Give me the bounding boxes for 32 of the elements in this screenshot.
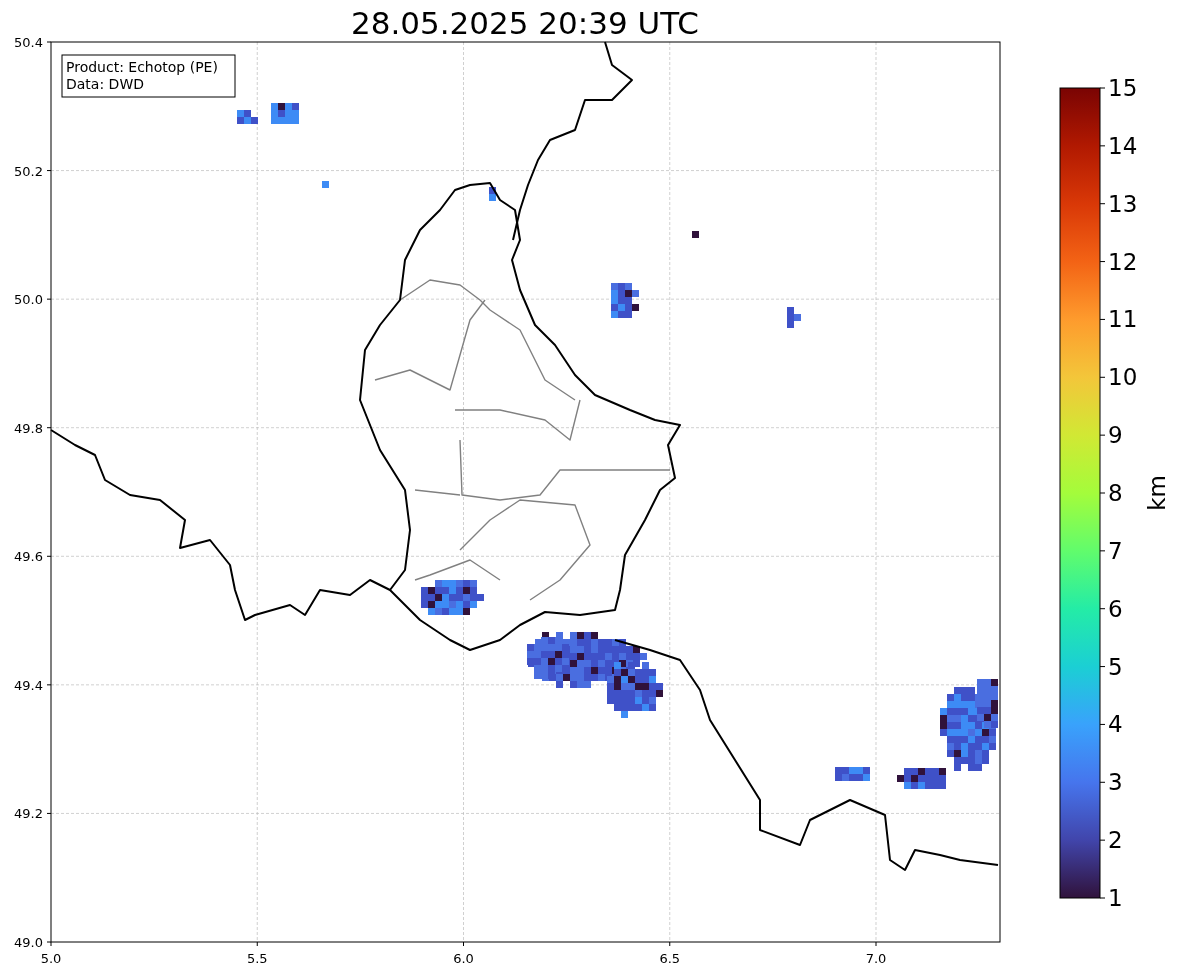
chart-title: 28.05.2025 20:39 UTC [351, 5, 699, 41]
colorbar-tick-label: 11 [1108, 306, 1138, 333]
colorbar-tick-label: 2 [1108, 827, 1123, 854]
x-tick-label: 6.0 [453, 951, 474, 966]
y-tick-label: 49.6 [14, 549, 43, 565]
colorbar-label: km [1144, 475, 1170, 511]
colorbar-tick-label: 8 [1108, 480, 1123, 506]
colorbar-tick-label: 7 [1108, 537, 1123, 564]
y-tick-label: 50.4 [14, 35, 43, 50]
colorbar-tick-label: 12 [1108, 248, 1138, 275]
legend-text: Data: DWD [66, 76, 144, 92]
y-tick-label: 49.0 [14, 935, 43, 950]
colorbar-tick-label: 15 [1108, 75, 1138, 101]
y-tick-label: 49.4 [14, 677, 43, 693]
colorbar-tick-label: 9 [1108, 422, 1123, 449]
colorbar-tick-label: 6 [1108, 595, 1123, 622]
legend-text: Product: Echotop (PE) [66, 59, 218, 75]
colorbar-tick-label: 4 [1108, 711, 1123, 738]
y-tick-label: 50.0 [14, 292, 43, 308]
y-tick-label: 49.8 [14, 420, 43, 436]
colorbar-tick-label: 5 [1108, 653, 1123, 680]
y-tick-label: 49.2 [14, 806, 43, 822]
colorbar-tick-label: 3 [1108, 769, 1123, 796]
x-tick-label: 5.5 [246, 951, 268, 966]
x-tick-label: 6.5 [659, 951, 681, 966]
colorbar-tick-label: 14 [1108, 132, 1138, 159]
colorbar-tick-label: 1 [1108, 885, 1123, 911]
y-tick-label: 50.2 [14, 163, 43, 179]
colorbar-tick-label: 10 [1108, 364, 1138, 391]
colorbar-tick-label: 13 [1108, 190, 1138, 217]
x-tick-label: 5.0 [40, 951, 62, 966]
x-tick-label: 7.0 [865, 951, 887, 966]
